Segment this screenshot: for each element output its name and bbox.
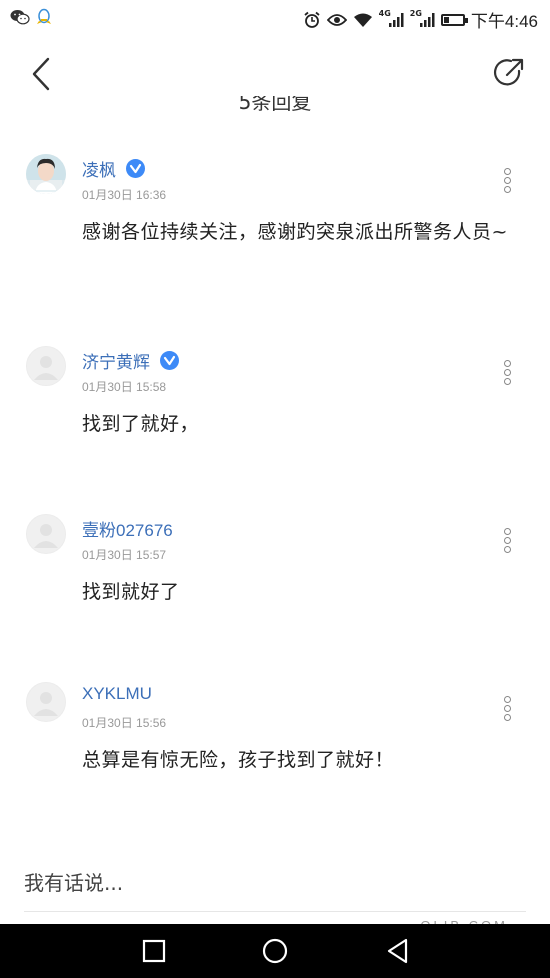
name-row: 济宁黄辉 — [82, 348, 179, 373]
status-bar: 4G 2G 下午4:46 — [0, 0, 550, 38]
reply-count-title: 5条回复 — [0, 96, 550, 116]
alarm-icon — [303, 11, 321, 29]
wechat-icon — [10, 9, 30, 25]
status-time: 下午4:46 — [470, 12, 538, 31]
user-name[interactable]: 凌枫 — [82, 156, 116, 181]
back-button[interactable] — [26, 56, 58, 92]
avatar[interactable] — [26, 154, 66, 194]
more-options-button[interactable] — [502, 360, 512, 385]
reply-count-text: 5条回复 — [238, 96, 312, 114]
comment-text: 感谢各位持续关注，感谢趵突泉派出所警务人员~ — [82, 221, 508, 243]
input-divider — [24, 911, 526, 912]
comment-list: 凌枫 01月30日 16:36 感谢各位持续关注，感谢趵突泉派出所警务人员~ 济… — [0, 140, 550, 812]
comment-item: 凌枫 01月30日 16:36 感谢各位持续关注，感谢趵突泉派出所警务人员~ — [0, 140, 550, 308]
avatar[interactable] — [26, 346, 66, 386]
net-4g-label: 4G — [378, 9, 391, 18]
battery-icon — [440, 13, 468, 26]
status-left — [10, 8, 52, 26]
vertical-dots-icon — [502, 528, 512, 553]
comment-date: 01月30日 15:58 — [82, 380, 167, 394]
user-name[interactable]: XYKLMU — [82, 684, 152, 704]
comment-text: 总算是有惊无险，孩子找到了就好！ — [82, 749, 395, 771]
comment-text: 找到就好了 — [82, 581, 180, 603]
share-button[interactable] — [492, 56, 526, 90]
avatar[interactable] — [26, 514, 66, 554]
more-options-button[interactable] — [502, 168, 512, 193]
chevron-left-icon — [32, 57, 50, 91]
vertical-dots-icon — [502, 168, 512, 193]
name-row: 凌枫 — [82, 156, 145, 181]
comment-input[interactable] — [24, 862, 526, 904]
comment-date: 01月30日 15:56 — [82, 716, 167, 730]
name-row: XYKLMU — [82, 684, 152, 704]
avatar[interactable] — [26, 682, 66, 722]
signal-4g-icon: 4G — [378, 9, 404, 28]
system-nav-bar — [0, 924, 550, 978]
signal-2g-icon: 2G — [409, 9, 435, 28]
comment-item: XYKLMU 01月30日 15:56 总算是有惊无险，孩子找到了就好！ — [0, 668, 550, 836]
vertical-dots-icon — [502, 696, 512, 721]
recent-apps-button[interactable] — [139, 936, 169, 966]
net-2g-label: 2G — [409, 9, 422, 18]
share-icon — [493, 58, 524, 86]
user-name[interactable]: 济宁黄辉 — [82, 348, 150, 373]
wifi-icon — [353, 12, 373, 28]
triangle-back-icon — [387, 938, 408, 964]
square-icon — [142, 939, 166, 963]
verified-icon — [126, 159, 145, 178]
more-options-button[interactable] — [502, 528, 512, 553]
name-row: 壹粉027676 — [82, 516, 173, 541]
status-right: 4G 2G 下午4:46 — [303, 7, 538, 32]
more-options-button[interactable] — [502, 696, 512, 721]
battery-fill — [443, 16, 449, 23]
qq-icon — [36, 8, 52, 26]
comment-item: 壹粉027676 01月30日 15:57 找到就好了 — [0, 500, 550, 668]
circle-icon — [262, 938, 288, 964]
comment-date: 01月30日 16:36 — [82, 188, 167, 202]
eye-icon — [326, 13, 347, 27]
comment-item: 济宁黄辉 01月30日 15:58 找到了就好， — [0, 332, 550, 500]
home-button[interactable] — [260, 936, 290, 966]
comment-date: 01月30日 15:57 — [82, 548, 167, 562]
comment-input-area — [0, 852, 550, 914]
verified-icon — [160, 351, 179, 370]
back-nav-button[interactable] — [383, 936, 413, 966]
comment-text: 找到了就好， — [82, 413, 200, 435]
vertical-dots-icon — [502, 360, 512, 385]
user-name[interactable]: 壹粉027676 — [82, 516, 173, 541]
